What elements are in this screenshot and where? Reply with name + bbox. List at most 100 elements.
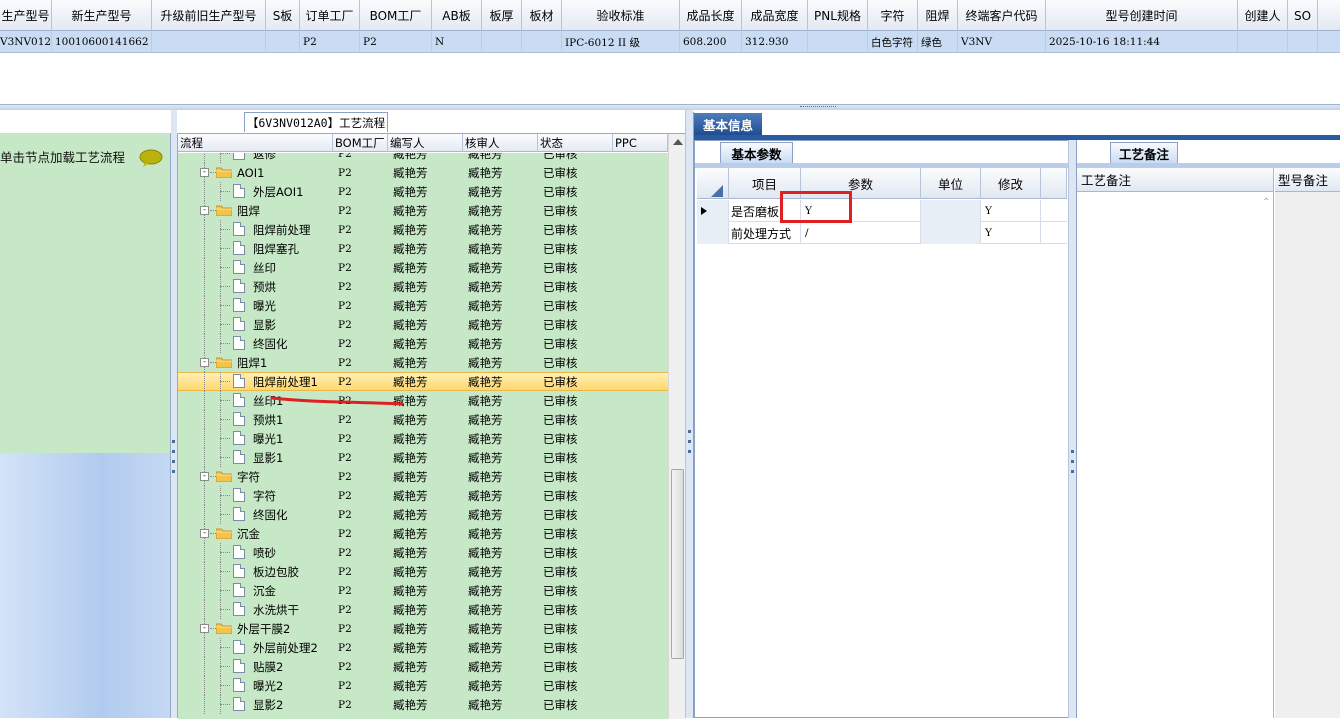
- tree-node[interactable]: 预烘: [178, 277, 333, 296]
- grid-header-cell[interactable]: 创建人: [1238, 0, 1288, 31]
- tab-basic-info[interactable]: 基本信息: [694, 113, 762, 135]
- tree-row[interactable]: 丝印1 P2 臧艳芳 臧艳芳 已审核: [178, 391, 668, 410]
- tree-row[interactable]: 终固化 P2 臧艳芳 臧艳芳 已审核: [178, 334, 668, 353]
- grid-header-cell[interactable]: 升级前旧生产型号: [152, 0, 266, 31]
- tree-node[interactable]: 板边包胶: [178, 562, 333, 581]
- grid-header-cell[interactable]: AB板: [432, 0, 482, 31]
- grid-cell[interactable]: 2025-10-16 18:11:44: [1046, 31, 1238, 53]
- tree-row[interactable]: 曝光2 P2 臧艳芳 臧艳芳 已审核: [178, 676, 668, 695]
- grid-cell[interactable]: [522, 31, 562, 53]
- param-column-header[interactable]: 修改: [981, 168, 1041, 199]
- tree-node[interactable]: - 外层干膜2: [178, 619, 333, 638]
- tree-row[interactable]: - 外层干膜2 P2 臧艳芳 臧艳芳 已审核: [178, 619, 668, 638]
- grid-cell[interactable]: [266, 31, 300, 53]
- collapse-icon[interactable]: -: [200, 358, 209, 367]
- tree-node[interactable]: 显影2: [178, 695, 333, 714]
- grid-cell[interactable]: 608.200: [680, 31, 742, 53]
- tree-node[interactable]: 曝光: [178, 296, 333, 315]
- tree-row[interactable]: - 沉金 P2 臧艳芳 臧艳芳 已审核: [178, 524, 668, 543]
- tree-row[interactable]: 沉金 P2 臧艳芳 臧艳芳 已审核: [178, 581, 668, 600]
- tree-row[interactable]: - 字符 P2 臧艳芳 臧艳芳 已审核: [178, 467, 668, 486]
- tree-node[interactable]: 阻焊前处理1: [178, 372, 333, 391]
- craft-notes-field[interactable]: 工艺备注: [1077, 168, 1274, 718]
- tree-row[interactable]: 外层AOI1 P2 臧艳芳 臧艳芳 已审核: [178, 182, 668, 201]
- tree-node[interactable]: 丝印1: [178, 391, 333, 410]
- param-unit-cell[interactable]: [921, 222, 981, 244]
- grid-cell[interactable]: IPC-6012 II 级: [562, 31, 680, 53]
- tree-row[interactable]: 丝印 P2 臧艳芳 臧艳芳 已审核: [178, 258, 668, 277]
- grid-header-cell[interactable]: S板: [266, 0, 300, 31]
- tree-row[interactable]: 水洗烘干 P2 臧艳芳 臧艳芳 已审核: [178, 600, 668, 619]
- tree-column-header[interactable]: 编写人: [388, 134, 463, 152]
- grid-cell[interactable]: 312.930: [742, 31, 808, 53]
- middle-splitter[interactable]: [685, 110, 693, 718]
- tree-row[interactable]: - AOI1 P2 臧艳芳 臧艳芳 已审核: [178, 163, 668, 182]
- tree-scrollbar[interactable]: [668, 134, 685, 719]
- product-grid-row[interactable]: V3NV012A010010600141662P2P2NIPC-6012 II …: [0, 31, 1340, 53]
- grid-cell[interactable]: V3NV012A0: [0, 31, 52, 53]
- tree-row[interactable]: 字符 P2 臧艳芳 臧艳芳 已审核: [178, 486, 668, 505]
- grid-cell[interactable]: [152, 31, 266, 53]
- tree-row[interactable]: 返修 P2 臧艳芳 臧艳芳 已审核: [178, 153, 668, 163]
- grid-cell[interactable]: P2: [360, 31, 432, 53]
- collapse-icon[interactable]: -: [200, 624, 209, 633]
- tree-node[interactable]: - 阻焊1: [178, 353, 333, 372]
- row-selector[interactable]: [697, 200, 729, 222]
- collapse-icon[interactable]: -: [200, 529, 209, 538]
- node-panel-area[interactable]: 单击节点加载工艺流程: [0, 133, 170, 453]
- tree-node[interactable]: 丝印: [178, 258, 333, 277]
- tree-row[interactable]: 阻焊前处理 P2 臧艳芳 臧艳芳 已审核: [178, 220, 668, 239]
- grid-header-cell[interactable]: 板厚: [482, 0, 522, 31]
- tree-row[interactable]: 阻焊塞孔 P2 臧艳芳 臧艳芳 已审核: [178, 239, 668, 258]
- grid-cell[interactable]: V3NV: [958, 31, 1046, 53]
- tree-row[interactable]: 外层前处理2 P2 臧艳芳 臧艳芳 已审核: [178, 638, 668, 657]
- grid-cell[interactable]: N: [432, 31, 482, 53]
- tree-node[interactable]: 字符: [178, 486, 333, 505]
- tree-row[interactable]: 预烘1 P2 臧艳芳 臧艳芳 已审核: [178, 410, 668, 429]
- tree-row[interactable]: 显影1 P2 臧艳芳 臧艳芳 已审核: [178, 448, 668, 467]
- grid-cell[interactable]: 10010600141662: [52, 31, 152, 53]
- tree-node[interactable]: - 沉金: [178, 524, 333, 543]
- tree-node[interactable]: 终固化: [178, 505, 333, 524]
- row-selector[interactable]: [697, 222, 729, 244]
- tree-column-header[interactable]: 状态: [538, 134, 613, 152]
- model-notes-field[interactable]: 型号备注: [1275, 168, 1340, 718]
- grid-header-cell[interactable]: 成品长度: [680, 0, 742, 31]
- tree-row[interactable]: - 阻焊 P2 臧艳芳 臧艳芳 已审核: [178, 201, 668, 220]
- grid-header-cell[interactable]: 板材: [522, 0, 562, 31]
- tree-column-header[interactable]: 核审人: [463, 134, 538, 152]
- tree-row[interactable]: 曝光 P2 臧艳芳 臧艳芳 已审核: [178, 296, 668, 315]
- grid-header-cell[interactable]: 新生产型号: [52, 0, 152, 31]
- grid-header-cell[interactable]: 字符: [868, 0, 918, 31]
- tree-row[interactable]: 贴膜2 P2 臧艳芳 臧艳芳 已审核: [178, 657, 668, 676]
- tree-node[interactable]: 贴膜2: [178, 657, 333, 676]
- tree-row[interactable]: 显影 P2 臧艳芳 臧艳芳 已审核: [178, 315, 668, 334]
- grid-header-cell[interactable]: 成品宽度: [742, 0, 808, 31]
- param-value-cell[interactable]: /: [801, 222, 921, 244]
- tree-column-header[interactable]: 流程: [178, 134, 333, 152]
- tree-node[interactable]: 外层前处理2: [178, 638, 333, 657]
- param-unit-cell[interactable]: [921, 200, 981, 222]
- tree-row[interactable]: - 阻焊1 P2 臧艳芳 臧艳芳 已审核: [178, 353, 668, 372]
- grid-cell[interactable]: 绿色: [918, 31, 958, 53]
- tree-node[interactable]: - AOI1: [178, 163, 333, 182]
- param-modify-cell[interactable]: Y: [981, 222, 1041, 244]
- tree-node[interactable]: 显影: [178, 315, 333, 334]
- tree-node[interactable]: 返修: [178, 153, 333, 163]
- grid-header-cell[interactable]: 终端客户代码: [958, 0, 1046, 31]
- grid-cell[interactable]: [1288, 31, 1318, 53]
- tree-node[interactable]: 水洗烘干: [178, 600, 333, 619]
- grid-cell[interactable]: [1238, 31, 1288, 53]
- tree-row[interactable]: 曝光1 P2 臧艳芳 臧艳芳 已审核: [178, 429, 668, 448]
- param-modify-cell[interactable]: Y: [981, 200, 1041, 222]
- grid-header-cell[interactable]: BOM工厂: [360, 0, 432, 31]
- grid-cell[interactable]: [808, 31, 868, 53]
- right-splitter[interactable]: [1068, 140, 1076, 718]
- tree-node[interactable]: - 字符: [178, 467, 333, 486]
- tree-node[interactable]: 曝光1: [178, 429, 333, 448]
- collapse-icon[interactable]: -: [200, 168, 209, 177]
- collapse-icon[interactable]: -: [200, 472, 209, 481]
- tree-row[interactable]: 板边包胶 P2 臧艳芳 臧艳芳 已审核: [178, 562, 668, 581]
- grid-header-cell[interactable]: 订单工厂: [300, 0, 360, 31]
- grid-cell[interactable]: [482, 31, 522, 53]
